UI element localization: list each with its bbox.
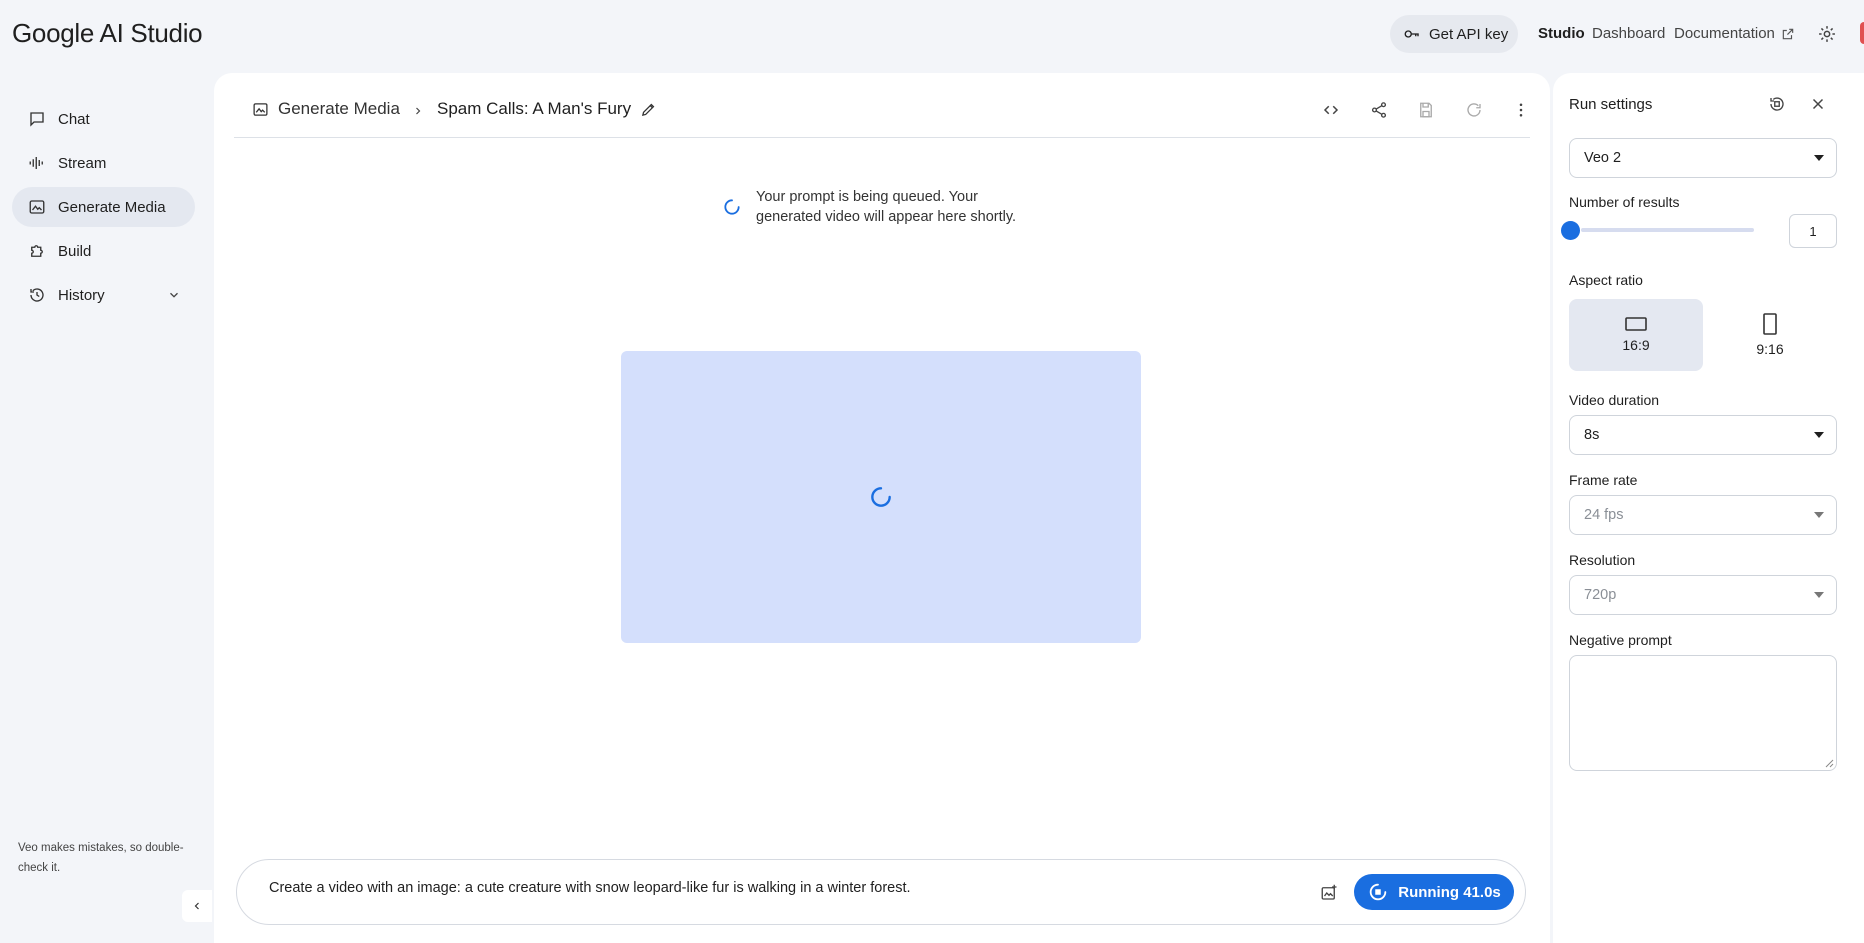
chevron-down-icon[interactable] [167,288,181,302]
caret-down-icon [1814,512,1824,518]
save-icon[interactable] [1417,101,1435,119]
get-api-key-label: Get API key [1429,25,1509,43]
history-icon [28,286,46,304]
caret-down-icon [1814,155,1824,161]
share-icon[interactable] [1370,101,1388,119]
resolution-select[interactable]: 720p [1569,575,1837,615]
resolution-label: Resolution [1569,552,1636,568]
caret-down-icon [1814,432,1824,438]
sidebar-item-generate-media[interactable]: Generate Media [12,187,195,227]
run-settings-panel: Run settings Veo 2 Number of results 1 A… [1553,73,1864,943]
nav-studio[interactable]: Studio [1538,25,1585,42]
app-logo[interactable]: Google AI Studio [12,18,203,49]
resolution-value: 720p [1584,587,1617,603]
reset-icon[interactable] [1768,95,1786,113]
waveform-icon [28,154,46,172]
image-icon [28,198,46,216]
get-api-key-button[interactable]: Get API key [1390,15,1518,53]
breadcrumb: Generate Media Spam Calls: A Man's Fury [234,93,1530,133]
sidebar-item-label: Chat [58,110,90,128]
stop-icon [1367,881,1389,903]
negative-prompt-input[interactable] [1569,655,1837,771]
page-title: Spam Calls: A Man's Fury [437,99,632,118]
aspect-option-9-16[interactable]: 9:16 [1703,299,1837,371]
prompt-text[interactable]: Create a video with an image: a cute cre… [269,880,911,896]
video-placeholder [621,351,1141,643]
edit-title-icon[interactable] [640,101,657,118]
video-duration-select[interactable]: 8s [1569,415,1837,455]
video-duration-label: Video duration [1569,392,1660,408]
sidebar-item-chat[interactable]: Chat [12,99,195,139]
sidebar-item-history[interactable]: History [12,275,195,315]
gear-icon[interactable] [1817,24,1837,44]
frame-rate-select[interactable]: 24 fps [1569,495,1837,535]
header-divider [234,137,1530,138]
avatar[interactable] [1860,22,1864,44]
run-settings-title: Run settings [1569,96,1653,113]
breadcrumb-section-label: Generate Media [278,99,400,118]
aspect-option-label: 16:9 [1622,337,1650,353]
chat-icon [28,110,46,128]
sidebar-item-label: Stream [58,154,107,172]
resize-handle-icon[interactable] [1825,759,1858,937]
queue-message: Your prompt is being queued. Your genera… [756,189,1017,225]
results-label: Number of results [1569,194,1680,210]
chevron-left-icon [191,900,203,912]
sidebar-item-stream[interactable]: Stream [12,143,195,183]
portrait-icon [1763,313,1777,335]
prompt-input[interactable]: Create a video with an image: a cute cre… [236,859,1526,925]
nav-documentation[interactable]: Documentation [1674,25,1795,42]
chevron-right-icon [412,105,424,117]
breadcrumb-generate-media[interactable]: Generate Media [252,99,400,119]
results-slider-thumb[interactable] [1561,221,1580,240]
nav-documentation-label: Documentation [1674,25,1775,42]
aspect-ratio-label: Aspect ratio [1569,272,1643,288]
disclaimer-text: Veo makes mistakes, so double-check it. [18,842,184,874]
main-panel: Generate Media Spam Calls: A Man's Fury [214,73,1550,943]
video-duration-value: 8s [1584,427,1600,443]
add-image-icon[interactable] [1320,884,1338,902]
more-vert-icon[interactable] [1512,101,1530,119]
spinner-icon [868,484,894,510]
results-number-input[interactable]: 1 [1789,214,1837,248]
collapse-sidebar-button[interactable] [182,890,212,922]
refresh-icon[interactable] [1465,101,1483,119]
run-button[interactable]: Running 41.0s [1354,874,1514,910]
close-icon[interactable] [1809,95,1827,113]
queue-status: Your prompt is being queued. Your genera… [722,187,1026,227]
sidebar-item-build[interactable]: Build [12,231,195,271]
code-icon[interactable] [1322,101,1340,119]
results-slider-track[interactable] [1581,228,1754,232]
model-select[interactable]: Veo 2 [1569,138,1837,178]
external-link-icon [1781,27,1795,41]
run-button-label: Running 41.0s [1398,883,1501,901]
sidebar-item-label: History [58,286,105,304]
model-select-value: Veo 2 [1584,150,1622,166]
aspect-option-label: 9:16 [1756,341,1784,357]
caret-down-icon [1814,592,1824,598]
top-bar: Google AI Studio Get API key Studio Dash… [0,0,1864,70]
sidebar-item-label: Build [58,242,92,260]
aspect-option-16-9[interactable]: 16:9 [1569,299,1703,371]
frame-rate-value: 24 fps [1584,507,1624,523]
puzzle-icon [28,242,46,260]
landscape-icon [1625,317,1647,331]
nav-dashboard[interactable]: Dashboard [1592,25,1665,42]
frame-rate-label: Frame rate [1569,472,1638,488]
image-icon [252,101,269,118]
spinner-icon [722,197,742,227]
negative-prompt-label: Negative prompt [1569,632,1672,648]
key-icon [1403,25,1421,43]
sidebar-item-label: Generate Media [58,198,166,216]
